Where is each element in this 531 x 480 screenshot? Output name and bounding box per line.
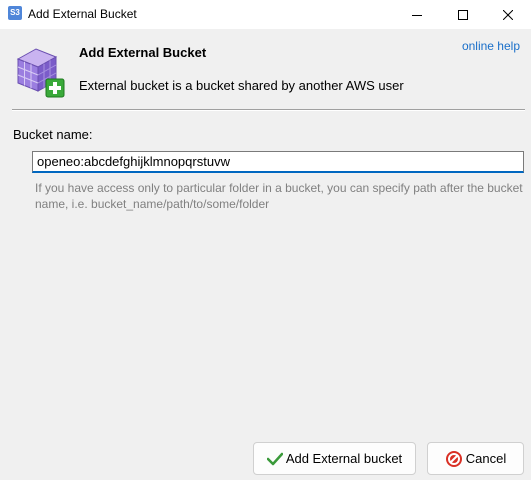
online-help-link[interactable]: online help <box>462 39 520 53</box>
bucket-name-input[interactable] <box>33 152 523 171</box>
bucket-name-label: Bucket name: <box>13 127 93 142</box>
maximize-icon <box>458 9 468 20</box>
minimize-button[interactable] <box>394 0 440 29</box>
add-external-bucket-button[interactable]: Add External bucket <box>253 442 416 475</box>
dialog-title: Add External Bucket <box>79 45 207 60</box>
header-divider <box>12 109 525 111</box>
close-icon <box>503 9 513 20</box>
maximize-button[interactable] <box>440 0 486 29</box>
dialog-header: Add External Bucket External bucket is a… <box>0 29 531 109</box>
bucket-name-hint: If you have access only to particular fo… <box>35 181 523 211</box>
checkmark-icon <box>266 452 283 466</box>
dialog-description: External bucket is a bucket shared by an… <box>79 78 404 93</box>
cancel-button[interactable]: Cancel <box>427 442 524 475</box>
cancel-button-label: Cancel <box>465 451 507 466</box>
window-title: Add External Bucket <box>28 7 137 21</box>
bucket-name-field-wrapper <box>32 151 524 173</box>
bucket-add-icon <box>16 48 65 98</box>
close-button[interactable] <box>485 0 531 29</box>
add-button-label: Add External bucket <box>285 451 403 466</box>
minimize-icon <box>412 14 422 16</box>
cancel-icon <box>445 450 463 468</box>
app-icon: S3 <box>8 6 22 20</box>
title-bar: S3 Add External Bucket <box>0 0 531 29</box>
